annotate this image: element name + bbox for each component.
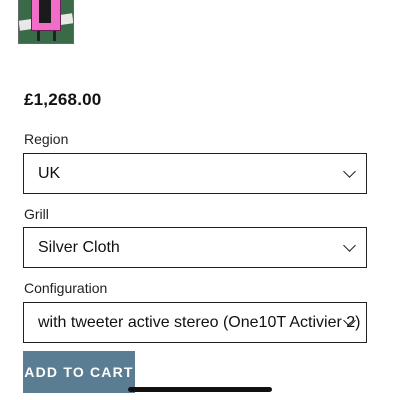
configuration-selected-value: with tweeter active stereo (One10T Activ… (38, 313, 361, 331)
product-thumbnail[interactable] (18, 0, 74, 44)
product-page: £1,268.00 Region UK Grill Silver Cloth C… (0, 0, 400, 400)
chevron-down-icon (343, 164, 356, 178)
chevron-down-icon (343, 238, 356, 252)
configuration-select[interactable]: with tweeter active stereo (One10T Activ… (23, 302, 367, 343)
region-select[interactable]: UK (23, 153, 367, 194)
stand-leg (37, 31, 40, 41)
product-price: £1,268.00 (24, 90, 102, 109)
add-to-cart-button[interactable]: ADD TO CART (23, 351, 135, 393)
home-indicator[interactable] (128, 387, 272, 392)
grill-label: Grill (24, 206, 49, 222)
amplifier-panel (39, 0, 51, 23)
configuration-label: Configuration (24, 280, 108, 296)
grill-selected-value: Silver Cloth (38, 238, 120, 256)
region-label: Region (24, 131, 69, 147)
grill-select[interactable]: Silver Cloth (23, 227, 367, 268)
region-selected-value: UK (38, 164, 61, 182)
stand-leg (53, 31, 56, 41)
